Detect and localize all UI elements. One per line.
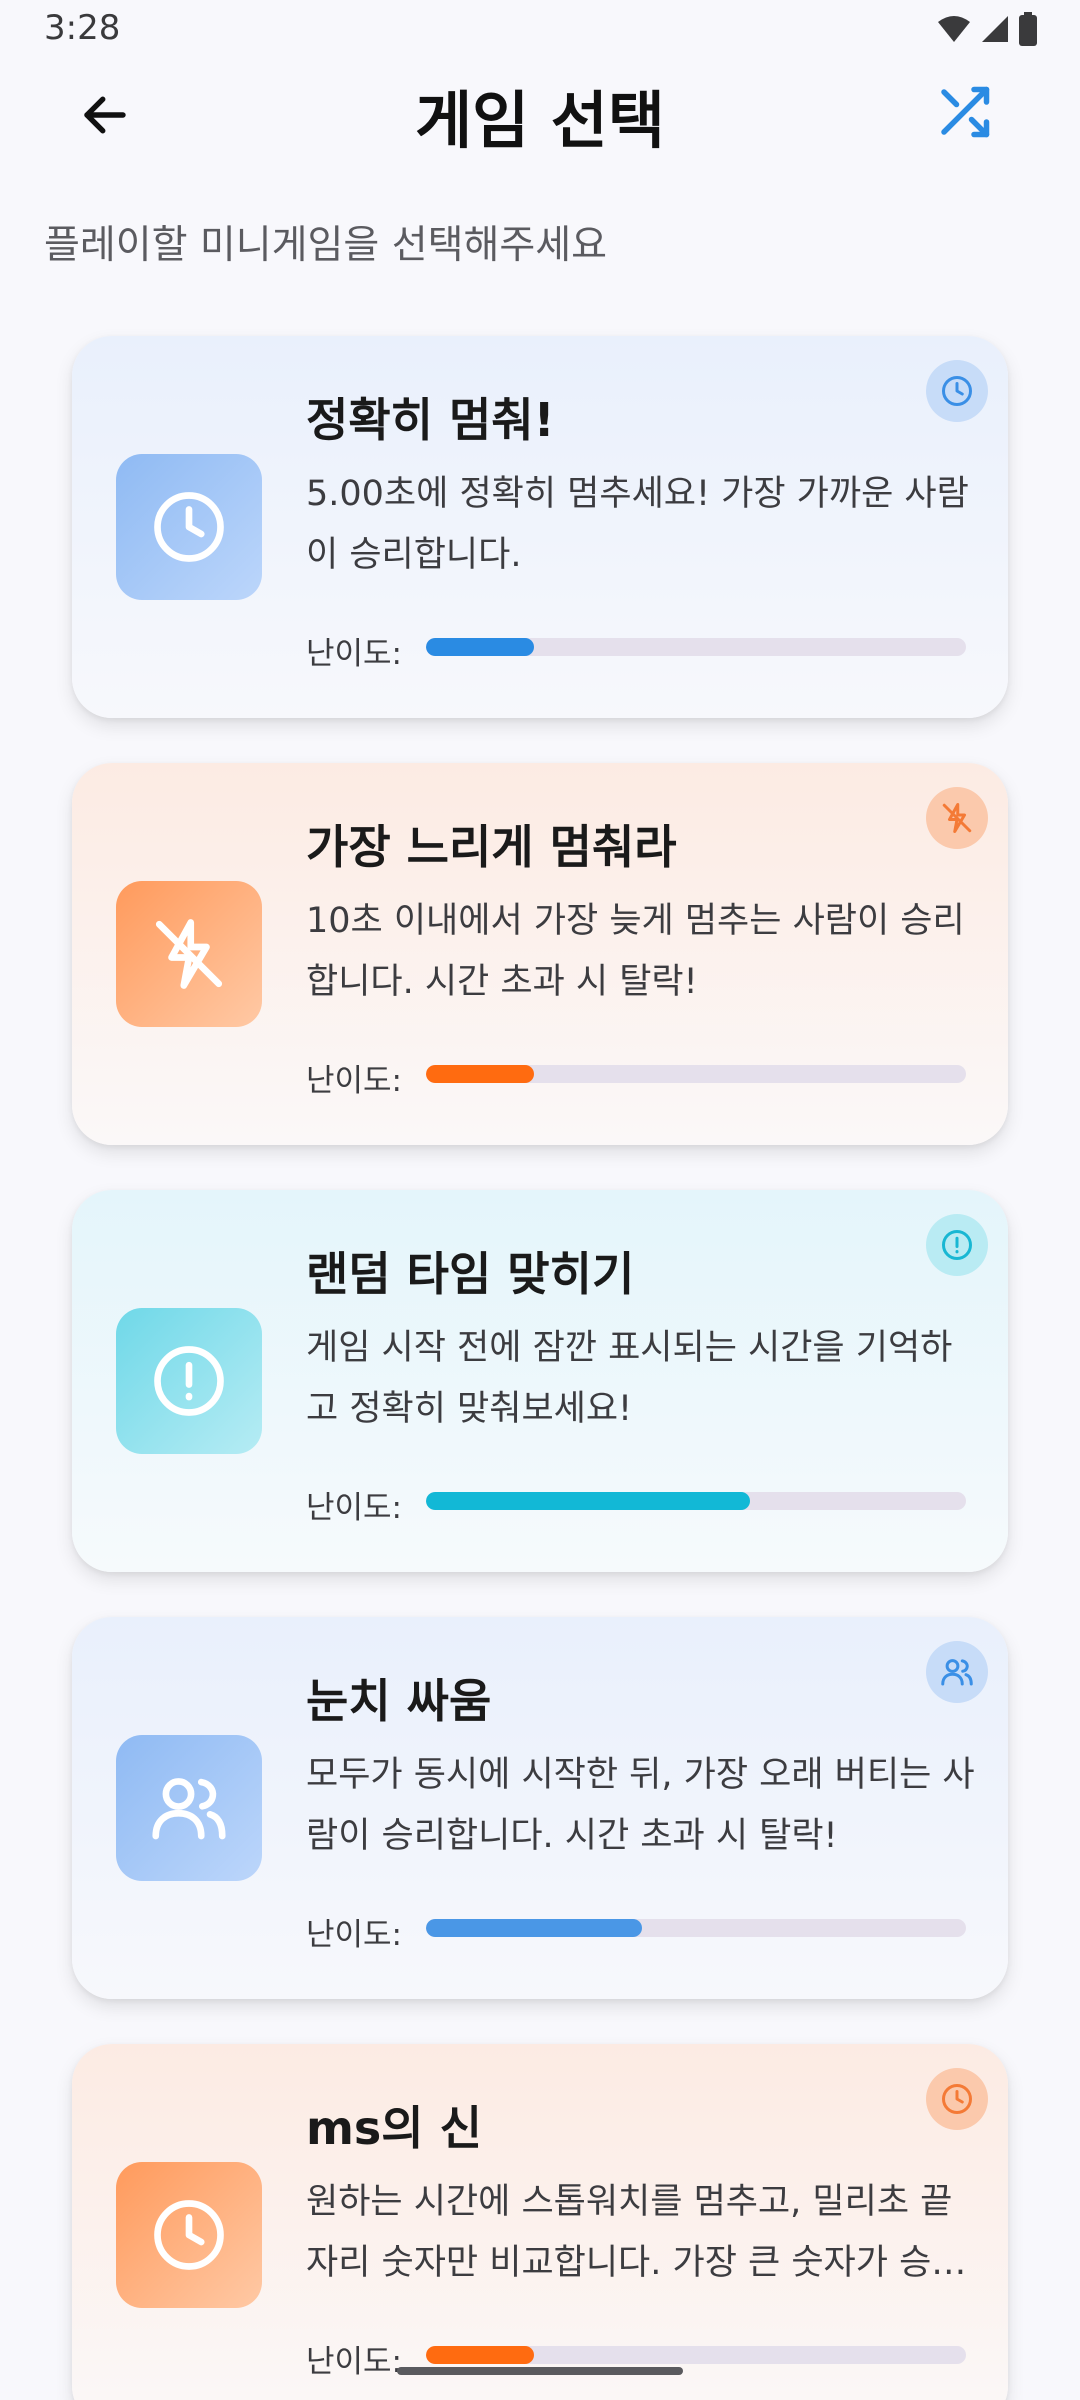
difficulty-label: 난이도: xyxy=(306,1917,403,1953)
game-title: ms의 신 xyxy=(306,2101,482,2155)
clock-icon xyxy=(154,2200,224,2270)
page-subtitle: 플레이할 미니게임을 선택해주세요 xyxy=(44,223,607,268)
back-button[interactable] xyxy=(70,80,140,150)
app-screen: 3:28 게임 선택 플레이할 미니게임을 선택해주세요 정확히 멈춰! 5.00… xyxy=(0,0,1080,2400)
difficulty-bar-fill xyxy=(426,1919,642,1937)
game-description: 원하는 시간에 스톱워치를 멈추고, 밀리초 끝자리 숫자만 비교합니다. 가장… xyxy=(306,2182,964,2283)
game-card[interactable]: ms의 신원하는 시간에 스톱워치를 멈추고, 밀리초 끝자리 숫자만 비교합니… xyxy=(72,2044,1008,2400)
game-badge xyxy=(926,360,988,422)
arrow-left-icon xyxy=(84,96,126,134)
difficulty-bar-fill xyxy=(426,638,534,656)
home-indicator[interactable] xyxy=(397,2367,683,2375)
users-icon xyxy=(152,1778,226,1840)
game-card[interactable]: 눈치 싸움모두가 동시에 시작한 뒤, 가장 오래 버티는 사람이 승리합니다.… xyxy=(72,1617,1008,1999)
difficulty-bar xyxy=(426,2346,966,2364)
game-card[interactable]: 정확히 멈춰! 5.00초에 정확히 멈추세요! 가장 가까운 사람이 승리합니다… xyxy=(72,336,1008,718)
clock-icon xyxy=(942,376,972,406)
difficulty-bar xyxy=(426,638,966,656)
game-description: 게임 시작 전에 잠깐 표시되는 시간을 기억하고 정확히 맞춰보세요! xyxy=(306,1328,953,1429)
page-title: 게임 선택 xyxy=(415,84,665,157)
difficulty-bar xyxy=(426,1919,966,1937)
difficulty-label: 난이도: xyxy=(306,1063,403,1099)
difficulty-bar xyxy=(426,1065,966,1083)
game-description: 5.00초에 정확히 멈추세요! 가장 가까운 사람이 승리합니다. xyxy=(306,474,969,575)
clock-icon xyxy=(154,492,224,562)
game-description: 10초 이내에서 가장 늦게 멈추는 사람이 승리합니다. 시간 초과 시 탈락… xyxy=(306,901,965,1002)
game-icon-tile xyxy=(116,881,262,1027)
game-title: 정확히 멈춰! xyxy=(306,393,555,447)
game-icon-tile xyxy=(116,454,262,600)
game-card[interactable]: 가장 느리게 멈춰라 10초 이내에서 가장 늦게 멈추는 사람이 승리합니다. … xyxy=(72,763,1008,1145)
battery-icon xyxy=(1018,12,1038,46)
difficulty-label: 난이도: xyxy=(306,1490,403,1526)
users-icon xyxy=(941,1659,973,1686)
game-title: 랜덤 타임 맞히기 xyxy=(306,1247,635,1301)
game-icon-tile xyxy=(116,2162,262,2308)
game-badge xyxy=(926,1214,988,1276)
difficulty-bar-fill xyxy=(426,1492,750,1510)
signal-icon xyxy=(980,14,1010,44)
no-flash-icon xyxy=(155,919,223,989)
game-description: 모두가 동시에 시작한 뒤, 가장 오래 버티는 사람이 승리합니다. 시간 초… xyxy=(306,1755,975,1856)
difficulty-bar-fill xyxy=(426,1065,534,1083)
game-title: 가장 느리게 멈춰라 xyxy=(306,820,677,874)
status-bar: 3:28 xyxy=(0,0,1080,60)
game-icon-tile xyxy=(116,1735,262,1881)
clock-icon xyxy=(942,2084,972,2114)
game-icon-tile xyxy=(116,1308,262,1454)
status-icons xyxy=(936,12,1038,46)
no-flash-icon xyxy=(942,803,972,833)
wifi-icon xyxy=(936,14,972,44)
game-badge xyxy=(926,787,988,849)
shuffle-button[interactable] xyxy=(928,76,1000,148)
difficulty-label: 난이도: xyxy=(306,2344,403,2380)
top-app-bar: 게임 선택 xyxy=(0,60,1080,190)
game-title: 눈치 싸움 xyxy=(306,1674,492,1728)
difficulty-bar-fill xyxy=(426,2346,534,2364)
shuffle-icon xyxy=(941,86,990,138)
alert-circle-icon xyxy=(942,1230,972,1260)
difficulty-bar xyxy=(426,1492,966,1510)
alert-circle-icon xyxy=(154,1346,224,1416)
difficulty-label: 난이도: xyxy=(306,636,403,672)
game-badge xyxy=(926,2068,988,2130)
game-badge xyxy=(926,1641,988,1703)
status-time: 3:28 xyxy=(44,8,121,48)
game-card[interactable]: 랜덤 타임 맞히기게임 시작 전에 잠깐 표시되는 시간을 기억하고 정확히 맞… xyxy=(72,1190,1008,1572)
